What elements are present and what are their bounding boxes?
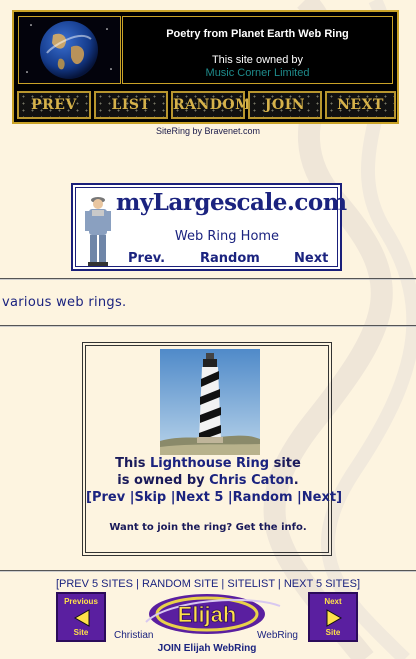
- lighthouse-ring-widget: This Lighthouse Ring site is owned by Ch…: [82, 342, 342, 556]
- join-elijah-link[interactable]: JOIN Elijah WebRing: [56, 643, 358, 654]
- divider: [0, 570, 416, 572]
- poetry-webring-widget: Poetry from Planet Earth Web Ring This s…: [12, 10, 399, 124]
- elijah-logo-text: Elijah: [178, 602, 237, 627]
- join-button[interactable]: JOIN: [248, 91, 322, 119]
- prev-button[interactable]: PREV: [17, 91, 91, 119]
- lighthouse-info-link[interactable]: info: [281, 522, 303, 533]
- divider: [0, 278, 416, 280]
- poetry-ring-header: Poetry from Planet Earth Web Ring This s…: [14, 12, 397, 88]
- lh-text: site: [269, 456, 301, 471]
- railroad-man-figure: [85, 197, 111, 266]
- sitering-credit[interactable]: SiteRing by Bravenet.com: [0, 126, 416, 136]
- lighthouse-line2: is owned by Chris Caton.: [86, 473, 330, 488]
- lighthouse-line1: This Lighthouse Ring site: [86, 456, 330, 471]
- poetry-ring-nav: PREV LIST RANDOM JOIN NEXT: [17, 91, 396, 121]
- poetry-ring-info: Poetry from Planet Earth Web Ring This s…: [122, 16, 393, 84]
- lighthouse-photo[interactable]: [160, 349, 260, 455]
- lighthouse-prev-link[interactable]: [Prev: [86, 490, 125, 505]
- lighthouse-inner-frame: This Lighthouse Ring site is owned by Ch…: [85, 345, 342, 553]
- lh-text: is owned by: [117, 473, 210, 488]
- various-webrings-text: various web rings.: [2, 295, 127, 310]
- elijah-previous-button[interactable]: Previous Site: [56, 592, 106, 642]
- lighthouse-skip-link[interactable]: |Skip: [130, 490, 167, 505]
- list-button[interactable]: LIST: [94, 91, 168, 119]
- divider: [0, 325, 416, 327]
- lighthouse-next5-link[interactable]: |Next 5: [171, 490, 224, 505]
- lh-text: This: [115, 456, 150, 471]
- next-button[interactable]: NEXT: [325, 91, 396, 119]
- webring-home-link[interactable]: Web Ring Home: [116, 229, 338, 244]
- prev-5-sites-link[interactable]: PREV 5 SITES: [59, 578, 133, 590]
- poetry-ring-title: Poetry from Planet Earth Web Ring: [166, 28, 349, 40]
- lighthouse-random-link[interactable]: |Random: [228, 490, 293, 505]
- elijah-webring-widget: Previous Site Elijah Christian WebRing N…: [56, 592, 358, 656]
- left-arrow-icon: [73, 609, 90, 627]
- elijah-prev-label-top: Previous: [64, 597, 98, 606]
- largescale-prev-link[interactable]: Prev.: [128, 251, 165, 266]
- largescale-webring-banner[interactable]: myLargescale.com Web Ring Home Prev. Ran…: [71, 183, 347, 271]
- lighthouse-join-text: Want to join the ring? Get the info.: [86, 522, 330, 533]
- largescale-random-link[interactable]: Random: [200, 251, 260, 266]
- owned-by-label: This site owned by: [211, 54, 304, 66]
- sitelist-separator: |: [274, 578, 284, 590]
- largescale-next-link[interactable]: Next: [294, 251, 328, 266]
- owner-link[interactable]: Music Corner Limited: [123, 67, 392, 79]
- random-site-link[interactable]: RANDOM SITE: [142, 578, 218, 590]
- sitelist-separator: |: [218, 578, 228, 590]
- lighthouse-nav: [Prev |Skip |Next 5 |Random |Next]: [86, 490, 342, 505]
- elijah-christian-label: Christian: [114, 630, 154, 641]
- lh-text: .: [293, 473, 299, 488]
- next-5-sites-link[interactable]: NEXT 5 SITES: [284, 578, 357, 590]
- elijah-next-label-bottom: Site: [325, 628, 341, 637]
- sitelist-bar: [PREV 5 SITES | RANDOM SITE | SITELIST |…: [0, 578, 416, 590]
- sitelist-bracket: ]: [356, 578, 361, 590]
- lh-join-text: .: [302, 522, 307, 533]
- elijah-webring-label: WebRing: [257, 630, 298, 641]
- right-arrow-icon: [326, 609, 343, 627]
- largescale-logo[interactable]: myLargescale.com: [116, 189, 347, 216]
- random-button[interactable]: RANDOM: [171, 91, 251, 119]
- lighthouse-next-link[interactable]: |Next]: [297, 490, 342, 505]
- globe-image[interactable]: [18, 16, 121, 84]
- largescale-inner-frame: myLargescale.com Web Ring Home Prev. Ran…: [75, 187, 347, 267]
- largescale-nav: Prev. Random Next: [116, 251, 342, 267]
- lh-join-text: Want to join the ring? Get the: [109, 522, 282, 533]
- sitelist-separator: |: [132, 578, 142, 590]
- elijah-prev-label-bottom: Site: [73, 628, 89, 637]
- elijah-next-label-top: Next: [324, 597, 342, 606]
- lighthouse-ring-link[interactable]: Lighthouse Ring: [150, 456, 269, 471]
- elijah-next-button[interactable]: Next Site: [308, 592, 358, 642]
- lighthouse-owner-link[interactable]: Chris Caton: [209, 473, 294, 488]
- sitelist-link[interactable]: SITELIST: [227, 578, 274, 590]
